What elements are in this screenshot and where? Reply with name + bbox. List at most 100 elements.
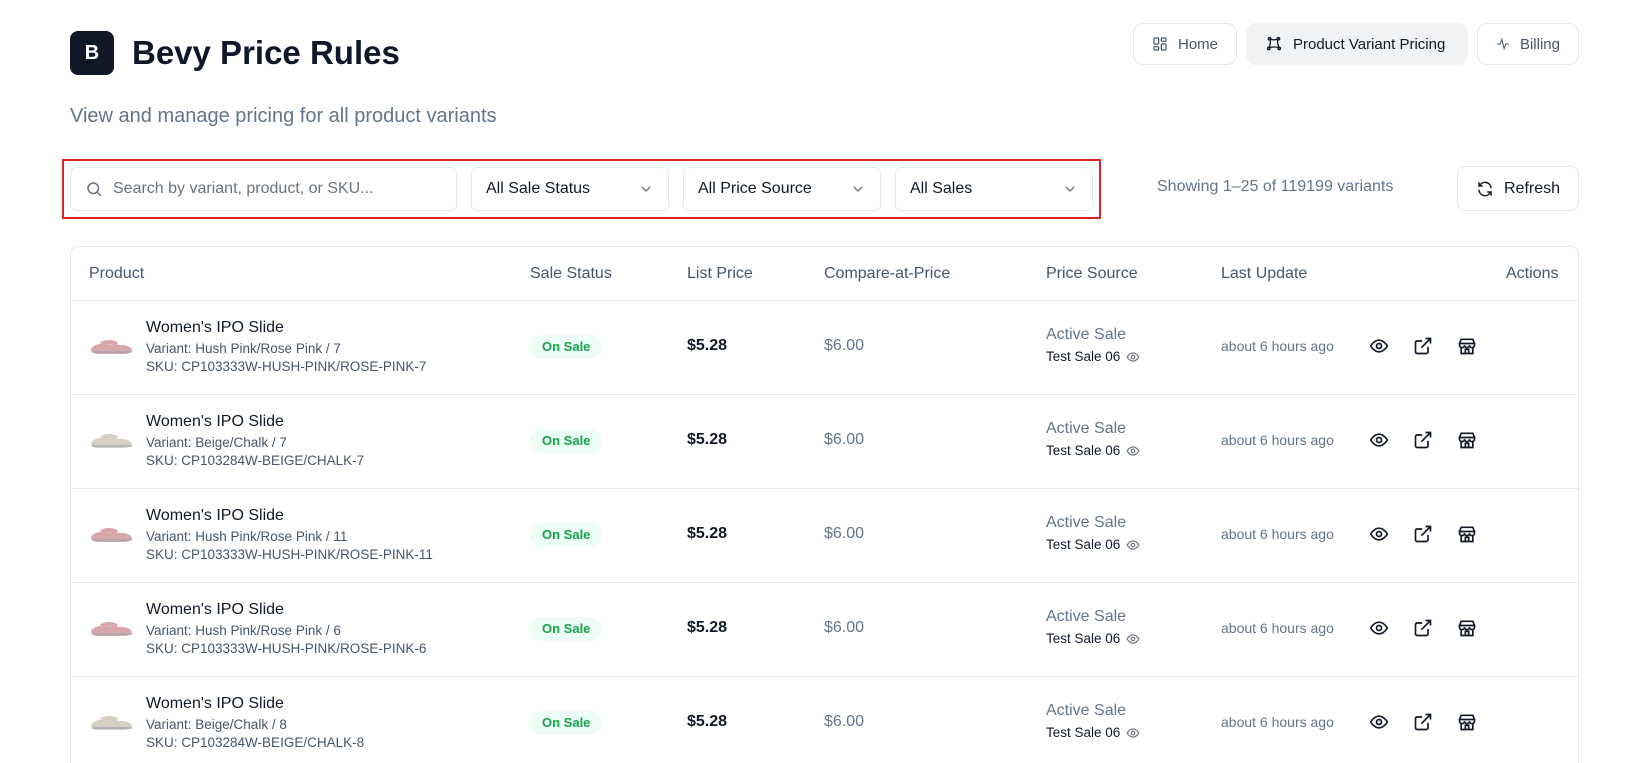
status-badge: On Sale [530, 523, 603, 547]
activity-icon [1497, 37, 1509, 51]
header-actions: Actions [1506, 265, 1559, 282]
open-external-button[interactable] [1412, 335, 1434, 357]
sale-name: Test Sale 06 [1046, 725, 1121, 740]
sale-name: Test Sale 06 [1046, 631, 1121, 646]
product-sku: SKU: CP103333W-HUSH-PINK/ROSE-PINK-7 [146, 359, 427, 374]
eye-icon[interactable] [1126, 726, 1140, 740]
nav-billing-label: Billing [1519, 35, 1560, 53]
product-sku: SKU: CP103333W-HUSH-PINK/ROSE-PINK-11 [146, 547, 433, 562]
sale-name: Test Sale 06 [1046, 349, 1121, 364]
product-name[interactable]: Women's IPO Slide [146, 601, 284, 619]
badge-icon [1266, 36, 1282, 51]
sale-link[interactable]: Test Sale 06 [1046, 725, 1140, 740]
table-row[interactable]: Women's IPO Slide Variant: Hush Pink/Ros… [71, 489, 1578, 583]
store-button[interactable] [1456, 335, 1478, 357]
table-row[interactable]: Women's IPO Slide Variant: Beige/Chalk /… [71, 395, 1578, 489]
open-external-button[interactable] [1412, 523, 1434, 545]
search-icon [87, 182, 102, 197]
eye-icon [1369, 621, 1389, 635]
header-price-source[interactable]: Price Source [1046, 265, 1138, 283]
view-button[interactable] [1368, 711, 1390, 733]
results-count: Showing 1–25 of 119199 variants [1157, 178, 1394, 195]
price-source: Active Sale [1046, 514, 1127, 531]
product-name[interactable]: Women's IPO Slide [146, 413, 284, 431]
refresh-button[interactable]: Refresh [1457, 166, 1579, 211]
sale-name: Test Sale 06 [1046, 537, 1121, 552]
price-source: Active Sale [1046, 608, 1127, 625]
eye-icon[interactable] [1126, 444, 1140, 458]
view-button[interactable] [1368, 429, 1390, 451]
store-button[interactable] [1456, 523, 1478, 545]
nav-product-variant-pricing-button[interactable]: Product Variant Pricing [1246, 23, 1468, 65]
chevron-down-icon [641, 186, 651, 192]
page-title: Bevy Price Rules [132, 34, 400, 71]
product-variant: Variant: Hush Pink/Rose Pink / 11 [146, 529, 348, 544]
page-subtitle: View and manage pricing for all product … [70, 105, 497, 127]
store-button[interactable] [1456, 617, 1478, 639]
product-variant: Variant: Hush Pink/Rose Pink / 7 [146, 341, 341, 356]
search-field[interactable] [70, 167, 457, 211]
compare-at-price: $6.00 [824, 713, 865, 730]
product-name[interactable]: Women's IPO Slide [146, 319, 284, 337]
price-source-select[interactable]: All Price Source [683, 167, 881, 211]
eye-icon[interactable] [1126, 350, 1140, 364]
status-badge: On Sale [530, 429, 603, 453]
external-link-icon [1414, 431, 1432, 449]
sale-status-select[interactable]: All Sale Status [471, 167, 669, 211]
product-variant: Variant: Hush Pink/Rose Pink / 6 [146, 623, 341, 638]
price-source: Active Sale [1046, 702, 1127, 719]
refresh-icon [1478, 181, 1492, 196]
price-source: Active Sale [1046, 326, 1127, 343]
store-button[interactable] [1456, 711, 1478, 733]
app-logo: B [70, 31, 114, 75]
eye-icon [1369, 339, 1389, 353]
sale-link[interactable]: Test Sale 06 [1046, 443, 1140, 458]
view-button[interactable] [1368, 523, 1390, 545]
table-row[interactable]: Women's IPO Slide Variant: Hush Pink/Ros… [71, 583, 1578, 677]
table-row[interactable]: Women's IPO Slide Variant: Hush Pink/Ros… [71, 301, 1578, 395]
external-link-icon [1414, 713, 1432, 731]
header-last-update[interactable]: Last Update [1221, 265, 1307, 283]
open-external-button[interactable] [1412, 429, 1434, 451]
header-compare-at-price[interactable]: Compare-at-Price [824, 265, 950, 283]
product-variant: Variant: Beige/Chalk / 7 [146, 435, 287, 450]
logo-letter: B [84, 41, 100, 64]
nav-billing-button[interactable]: Billing [1477, 23, 1579, 65]
open-external-button[interactable] [1412, 711, 1434, 733]
product-sku: SKU: CP103284W-BEIGE/CHALK-8 [146, 735, 365, 750]
eye-icon[interactable] [1126, 538, 1140, 552]
product-name[interactable]: Women's IPO Slide [146, 507, 284, 525]
view-button[interactable] [1368, 617, 1390, 639]
last-update: about 6 hours ago [1221, 432, 1334, 448]
list-price: $5.28 [687, 619, 728, 636]
external-link-icon [1414, 619, 1432, 637]
header-product[interactable]: Product [89, 265, 144, 283]
sale-link[interactable]: Test Sale 06 [1046, 537, 1140, 552]
external-link-icon [1414, 337, 1432, 355]
list-price: $5.28 [687, 337, 728, 354]
header-list-price[interactable]: List Price [687, 265, 753, 283]
nav-home-button[interactable]: Home [1133, 23, 1237, 65]
search-input[interactable] [113, 180, 433, 198]
eye-icon [1369, 527, 1389, 541]
external-link-icon [1414, 525, 1432, 543]
compare-at-price: $6.00 [824, 431, 865, 448]
sales-select[interactable]: All Sales [895, 167, 1093, 211]
store-icon [1458, 338, 1476, 355]
product-thumbnail [91, 434, 132, 448]
table-row[interactable]: Women's IPO Slide Variant: Beige/Chalk /… [71, 677, 1578, 763]
header-sale-status[interactable]: Sale Status [530, 265, 612, 283]
store-button[interactable] [1456, 429, 1478, 451]
compare-at-price: $6.00 [824, 337, 865, 354]
status-badge: On Sale [530, 617, 603, 641]
eye-icon[interactable] [1126, 632, 1140, 646]
view-button[interactable] [1368, 335, 1390, 357]
open-external-button[interactable] [1412, 617, 1434, 639]
sale-link[interactable]: Test Sale 06 [1046, 349, 1140, 364]
sale-link[interactable]: Test Sale 06 [1046, 631, 1140, 646]
store-icon [1458, 620, 1476, 637]
grid-icon [1153, 37, 1167, 51]
compare-at-price: $6.00 [824, 619, 865, 636]
nav-product-variant-pricing-label: Product Variant Pricing [1293, 35, 1446, 53]
product-name[interactable]: Women's IPO Slide [146, 695, 284, 713]
